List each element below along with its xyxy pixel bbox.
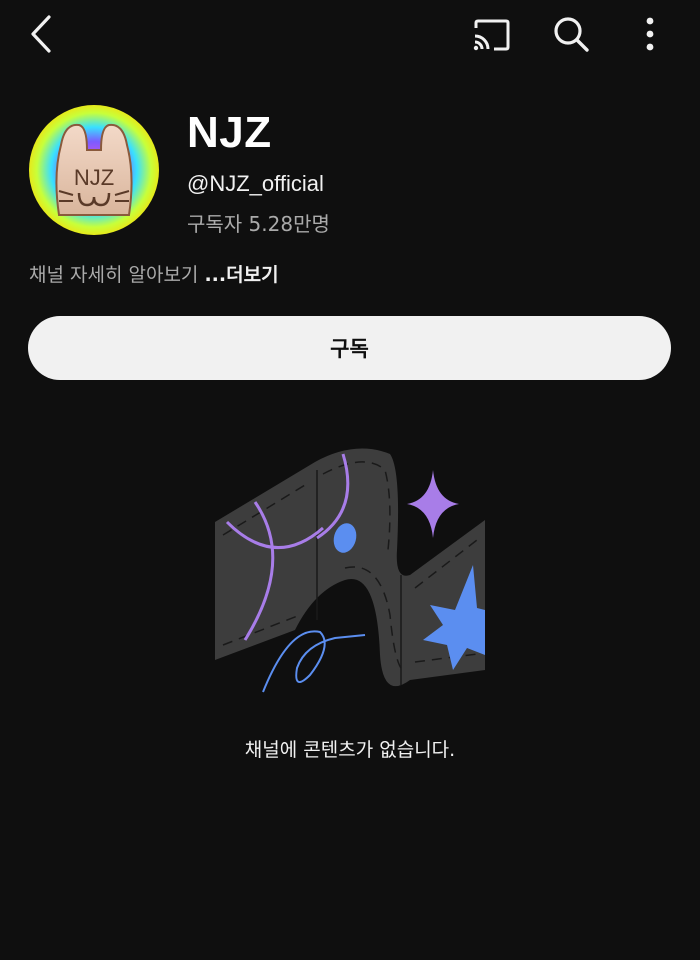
- empty-state-message: 채널에 콘텐츠가 없습니다.: [244, 739, 456, 761]
- subscribe-button[interactable]: 구독: [28, 316, 671, 380]
- search-icon: [554, 17, 589, 52]
- more-link[interactable]: ...더보기: [204, 264, 278, 286]
- top-app-bar: [0, 0, 700, 70]
- channel-avatar[interactable]: NJZ: [29, 105, 159, 235]
- cast-icon: [473, 19, 510, 51]
- cast-button[interactable]: [466, 12, 516, 58]
- more-options-button[interactable]: [626, 10, 674, 58]
- more-vertical-icon: [646, 17, 654, 51]
- empty-state-graphic: [215, 448, 485, 693]
- empty-channel-illustration: [205, 440, 495, 700]
- svg-text:NJZ: NJZ: [74, 165, 114, 190]
- channel-name: NJZ: [187, 108, 272, 157]
- avatar-image: NJZ: [29, 105, 159, 235]
- search-button[interactable]: [546, 10, 596, 58]
- channel-handle: @NJZ_official: [187, 171, 324, 196]
- channel-description[interactable]: 채널 자세히 알아보기 ...더보기: [29, 260, 279, 287]
- description-text: 채널 자세히 알아보기: [29, 264, 199, 286]
- back-button[interactable]: [18, 10, 66, 58]
- subscriber-count: 구독자 5.28만명: [187, 212, 330, 236]
- chevron-left-icon: [31, 15, 51, 53]
